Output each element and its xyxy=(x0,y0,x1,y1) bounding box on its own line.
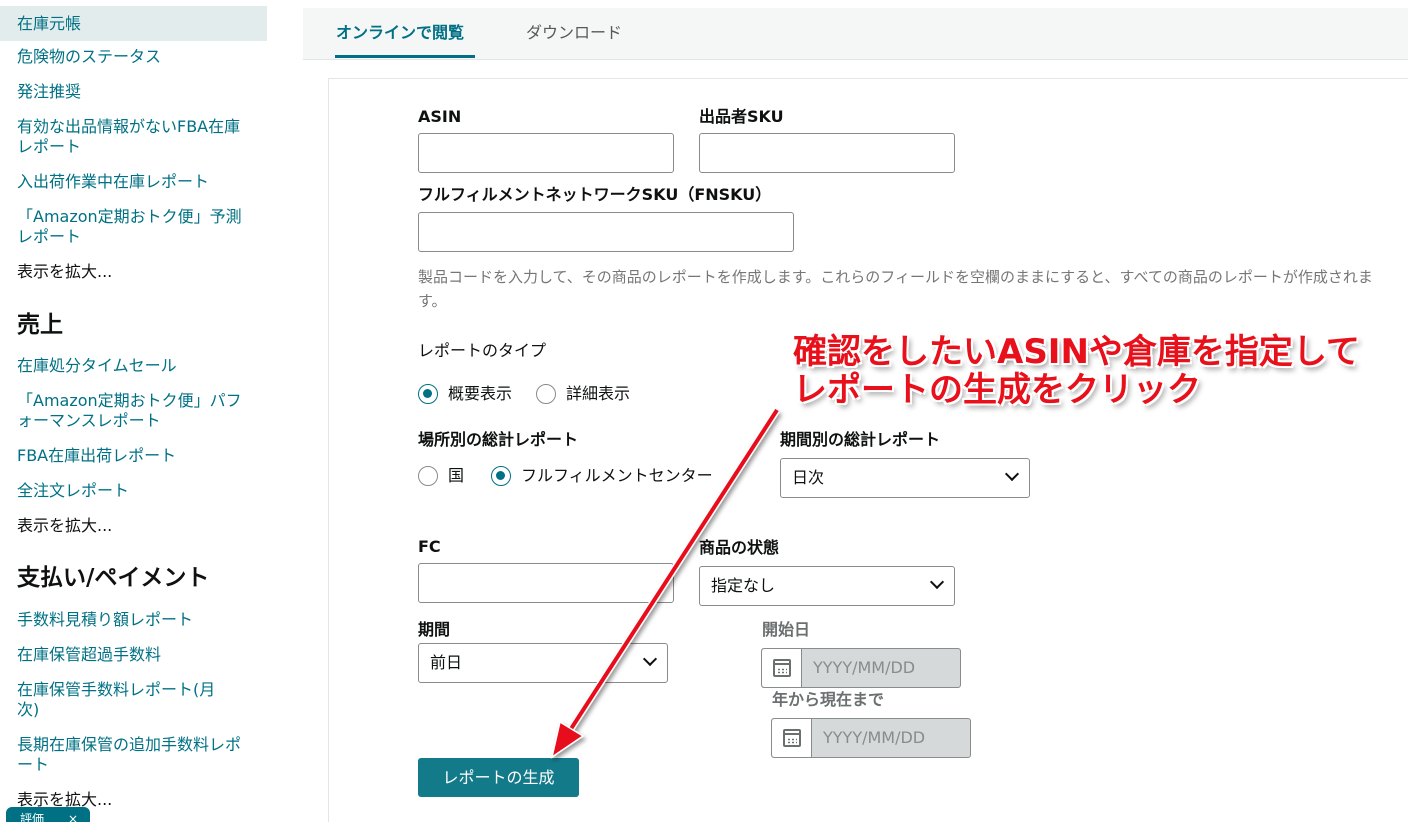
sidebar-item-storage-fee[interactable]: 在庫保管手数料レポート(月 xyxy=(17,680,215,700)
location-aggregation-label: 場所別の総計レポート xyxy=(418,430,579,449)
seller-sku-label: 出品者SKU xyxy=(699,107,784,126)
asin-label: ASIN xyxy=(418,107,462,126)
chevron-down-icon xyxy=(642,651,658,667)
start-date-placeholder: YYYY/MM/DD xyxy=(813,658,916,677)
show-more-link-1[interactable]: 表示を拡大... xyxy=(17,262,112,282)
sidebar-item-inventory-ledger[interactable]: 在庫元帳 xyxy=(0,6,267,41)
sidebar-item-subscribe-performance[interactable]: 「Amazon定期おトク便」パフ xyxy=(17,391,242,411)
seller-sku-input[interactable] xyxy=(699,133,955,173)
feedback-label: 評価 xyxy=(20,812,45,822)
sidebar-item-fee-preview[interactable]: 手数料見積り額レポート xyxy=(17,610,193,630)
end-date-placeholder: YYYY/MM/DD xyxy=(823,728,926,747)
condition-label: 商品の状態 xyxy=(699,538,780,557)
period-value: 前日 xyxy=(430,653,463,672)
sidebar-item-restock[interactable]: 発注推奨 xyxy=(17,82,81,102)
chevron-down-icon xyxy=(929,574,945,590)
period-aggregation-value: 日次 xyxy=(792,468,825,487)
sidebar-item-subscribe-performance-2[interactable]: ォーマンスレポート xyxy=(17,411,161,431)
feedback-tab[interactable]: 評価 × xyxy=(6,807,90,822)
annotation-text: 確認をしたいASINや倉庫を指定して レポートの生成をクリック xyxy=(793,333,1360,409)
start-date-field[interactable]: YYYY/MM/DD xyxy=(761,648,961,688)
sidebar-item-overage-fee[interactable]: 在庫保管超過手数料 xyxy=(17,645,161,665)
generate-report-button[interactable]: レポートの生成 xyxy=(418,758,579,797)
radio-fulfillment-center-label[interactable]: フルフィルメントセンター xyxy=(521,466,713,486)
sidebar-heading-sales: 売上 xyxy=(17,312,63,338)
radio-fulfillment-center[interactable] xyxy=(491,466,511,486)
sidebar-item-long-term-storage[interactable]: 長期在庫保管の追加手数料レポ xyxy=(17,735,241,755)
end-date-label: 年から現在まで xyxy=(772,690,885,709)
sidebar: 在庫元帳 危険物のステータス 発注推奨 有効な出品情報がないFBA在庫 レポート… xyxy=(0,0,290,822)
annotation-line-2: レポートの生成をクリック xyxy=(793,370,1201,410)
period-select[interactable]: 前日 xyxy=(418,643,668,683)
sidebar-item-long-term-storage-2[interactable]: ート xyxy=(17,755,49,775)
radio-detail-view[interactable] xyxy=(536,384,556,404)
sidebar-item-subscribe-forecast-2[interactable]: レポート xyxy=(17,227,81,247)
tab-bar xyxy=(303,8,1408,60)
chevron-down-icon xyxy=(1004,466,1020,482)
sidebar-item-inbound-inventory[interactable]: 入出荷作業中在庫レポート xyxy=(17,172,209,192)
calendar-icon[interactable] xyxy=(762,649,802,687)
radio-detail-view-label[interactable]: 詳細表示 xyxy=(566,384,630,404)
period-label: 期間 xyxy=(418,620,451,639)
radio-summary-view-label[interactable]: 概要表示 xyxy=(448,384,512,404)
period-aggregation-select[interactable]: 日次 xyxy=(780,458,1030,498)
sidebar-item-dangerous-goods[interactable]: 危険物のステータス xyxy=(17,47,161,67)
show-more-link-2[interactable]: 表示を拡大... xyxy=(17,516,112,536)
sidebar-item-fba-shipments[interactable]: FBA在庫出荷レポート xyxy=(17,446,176,466)
sidebar-heading-payments: 支払い/ペイメント xyxy=(17,565,210,591)
asin-input[interactable] xyxy=(418,133,674,173)
annotation-line-1: 確認をしたいASINや倉庫を指定して xyxy=(793,332,1360,372)
end-date-field[interactable]: YYYY/MM/DD xyxy=(771,718,971,758)
start-date-label: 開始日 xyxy=(762,620,811,639)
sidebar-item-all-orders[interactable]: 全注文レポート xyxy=(17,481,129,501)
radio-country[interactable] xyxy=(418,466,438,486)
active-tab-indicator xyxy=(335,55,475,58)
sidebar-item-subscribe-forecast[interactable]: 「Amazon定期おトク便」予測 xyxy=(17,207,242,227)
tab-view-online[interactable]: オンラインで閲覧 xyxy=(336,22,464,44)
condition-value: 指定なし xyxy=(711,576,776,595)
fc-label: FC xyxy=(418,537,441,556)
condition-select[interactable]: 指定なし xyxy=(699,566,955,606)
sidebar-item-stranded-inventory-2[interactable]: レポート xyxy=(17,137,81,157)
close-icon[interactable]: × xyxy=(68,812,78,822)
period-aggregation-label: 期間別の総計レポート xyxy=(780,430,941,449)
help-text: 製品コードを入力して、その商品のレポートを作成します。これらのフィールドを空欄の… xyxy=(418,268,1373,310)
sidebar-item-stranded-inventory[interactable]: 有効な出品情報がないFBA在庫 xyxy=(17,117,240,137)
tab-download[interactable]: ダウンロード xyxy=(526,22,622,44)
calendar-icon[interactable] xyxy=(772,719,812,757)
radio-country-label[interactable]: 国 xyxy=(448,466,464,486)
fnsku-input[interactable] xyxy=(418,212,794,252)
fc-input[interactable] xyxy=(418,563,674,603)
fnsku-label: フルフィルメントネットワークSKU（FNSKU） xyxy=(418,185,772,204)
sidebar-item-liquidation[interactable]: 在庫処分タイムセール xyxy=(17,356,177,376)
radio-summary-view[interactable] xyxy=(418,384,438,404)
sidebar-item-storage-fee-2[interactable]: 次) xyxy=(17,700,39,720)
report-type-label: レポートのタイプ xyxy=(418,341,547,360)
